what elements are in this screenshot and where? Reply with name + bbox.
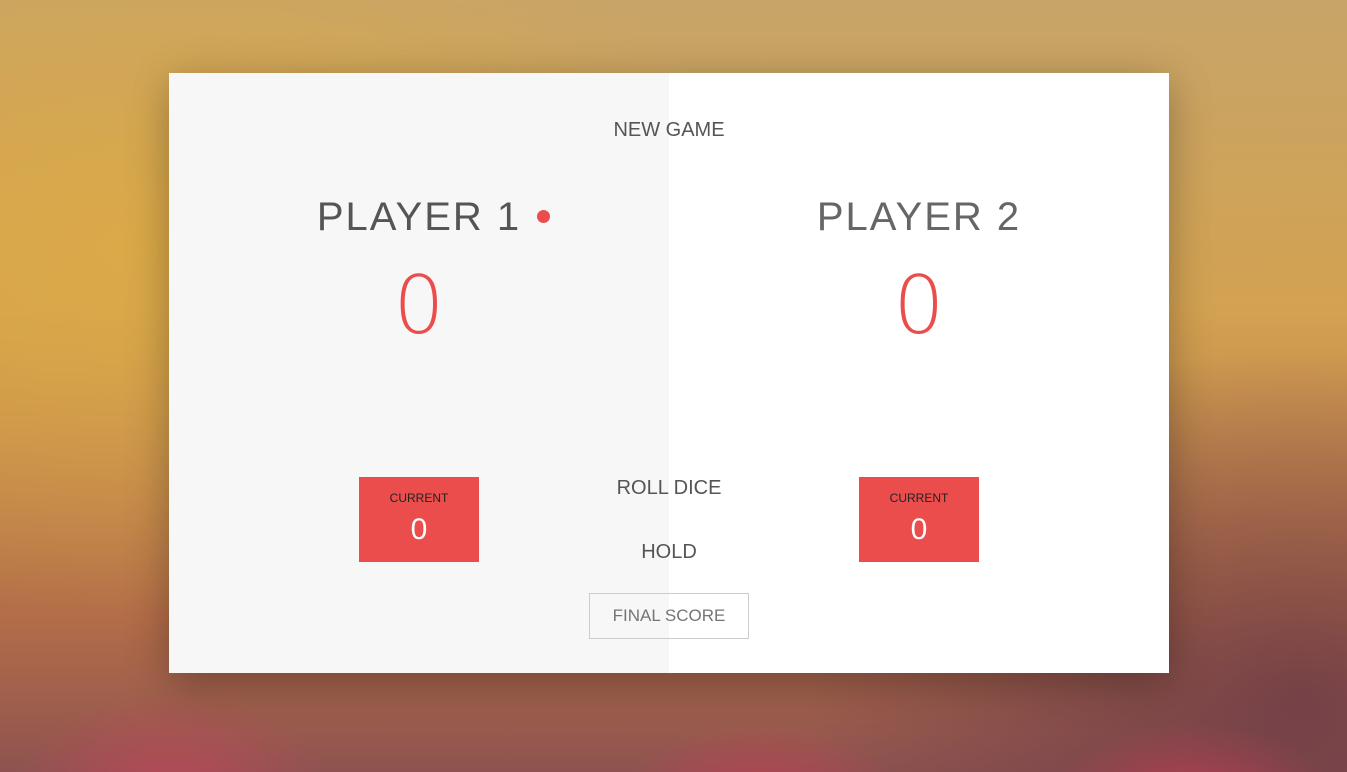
player-1-score-value: 0 (393, 259, 445, 352)
final-score-input[interactable] (589, 593, 749, 639)
new-game-label: NEW GAME (613, 119, 725, 141)
game-board: PLAYER 1 0 CURRENT 0 PLAYER 2 0 CURRENT … (169, 73, 1169, 673)
new-game-button[interactable]: NEW GAME (169, 119, 1169, 142)
player-2-panel: PLAYER 2 0 CURRENT 0 (669, 73, 1169, 673)
active-player-indicator-icon (537, 210, 550, 223)
player-1-name: PLAYER 1 (316, 195, 522, 239)
player-2-name: PLAYER 2 (816, 195, 1022, 239)
player-2-score-value: 0 (893, 259, 945, 352)
roll-dice-label: ROLL DICE (616, 477, 722, 499)
player-2-score: 0 (669, 261, 1169, 351)
hold-button[interactable]: HOLD (169, 541, 1169, 564)
player-1-score: 0 (169, 261, 669, 351)
hold-label: HOLD (641, 541, 697, 563)
roll-dice-button[interactable]: ROLL DICE (169, 477, 1169, 500)
player-1-panel: PLAYER 1 0 CURRENT 0 (169, 73, 669, 673)
